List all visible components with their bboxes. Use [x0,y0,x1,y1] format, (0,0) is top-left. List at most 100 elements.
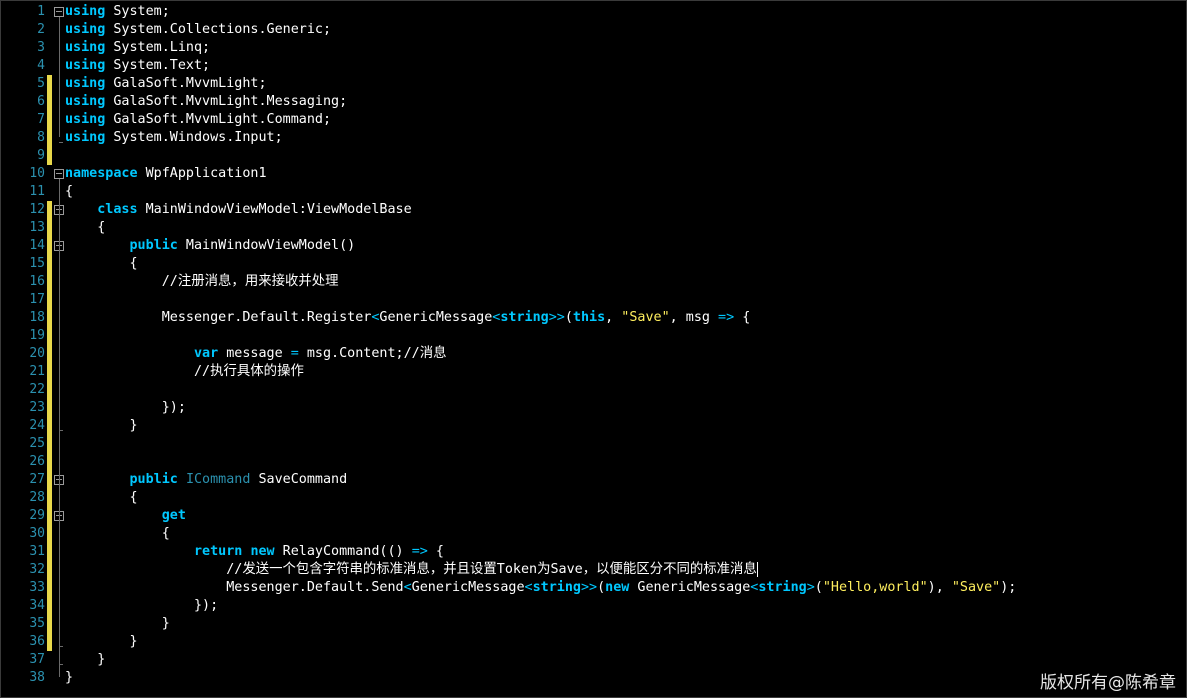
code-line[interactable]: class MainWindowViewModel:ViewModelBase [65,201,411,219]
code-line[interactable]: { [65,183,73,201]
code-line[interactable]: { [65,255,137,273]
code-line[interactable]: //发送一个包含字符串的标准消息，并且设置Token为Save，以便能区分不同的… [65,561,758,579]
code-line[interactable]: //注册消息，用来接收并处理 [65,273,339,291]
code-token: = [290,346,299,361]
keyword-token: new [605,580,630,595]
code-line[interactable]: } [65,651,105,669]
code-token: System; [105,4,170,19]
code-line[interactable]: return new RelayCommand(() => { [65,543,444,561]
line-number: 37 [29,652,45,667]
line-number: 5 [37,76,45,91]
code-token: }); [65,400,186,415]
code-line[interactable]: { [65,525,170,543]
code-line[interactable]: public ICommand SaveCommand [65,471,348,489]
code-line[interactable]: public MainWindowViewModel() [65,237,356,255]
change-marker [47,345,52,363]
change-marker [47,255,52,273]
code-line[interactable]: Messenger.Default.Register<GenericMessag… [65,309,751,327]
line-number: 19 [29,328,45,343]
keyword-token: string [532,580,581,595]
change-marker [47,561,52,579]
line-number: 30 [29,526,45,541]
watermark: 版权所有@陈希章 [1040,673,1176,693]
code-line[interactable]: } [65,615,170,633]
code-token: { [427,544,444,559]
code-token: System.Linq; [105,40,211,55]
change-marker [47,633,52,651]
code-token: < [403,580,412,595]
line-number: 9 [37,148,45,163]
code-line[interactable]: namespace WpfApplication1 [65,165,267,183]
code-token: msg.Content;//消息 [298,346,447,361]
keyword-token: using [65,4,106,19]
keyword-token: string [500,310,549,325]
code-line[interactable]: using System; [65,3,170,21]
code-line[interactable]: //执行具体的操作 [65,363,304,381]
code-token: { [734,310,751,325]
code-token: GenericMessage [379,310,493,325]
code-token: => [718,310,735,325]
code-editor-window[interactable]: 1 2 3 4 5 6 7 8 9 10 11 12 13 14 15 16 17 18 19 20 21 22 23 24 2… [0,0,1187,698]
change-marker [47,93,52,111]
change-marker [47,615,52,633]
code-token: > [806,580,815,595]
change-marker [47,327,52,345]
editor-gutter: 1 2 3 4 5 6 7 8 9 10 11 12 13 14 15 16 17 18 19 20 21 22 23 24 2… [1,1,64,697]
type-token: ICommand [185,472,251,487]
code-token: message [218,346,291,361]
code-line[interactable]: Messenger.Default.Send<GenericMessage<st… [65,579,1016,597]
code-line[interactable]: } [65,633,137,651]
code-line[interactable]: { [65,489,137,507]
code-line[interactable]: using System.Collections.Generic; [65,21,331,39]
code-token: System.Text; [105,58,211,73]
code-token: GalaSoft.MvvmLight.Command; [105,112,332,127]
code-line[interactable]: { [65,219,105,237]
keyword-token: var [194,346,219,361]
line-number: 17 [29,292,45,307]
code-token: Messenger.Default.Send [65,580,404,595]
change-marker [47,435,52,453]
string-token: "Hello,world" [822,580,928,595]
code-line[interactable]: using GalaSoft.MvvmLight.Command; [65,111,331,129]
keyword-token: using [65,112,106,127]
code-line[interactable]: var message = msg.Content;//消息 [65,345,447,363]
code-line[interactable]: using GalaSoft.MvvmLight.Messaging; [65,93,347,111]
code-area[interactable]: using System; using System.Collections.Ge… [65,1,1186,697]
keyword-token: using [65,130,106,145]
keyword-token: using [65,40,106,55]
change-marker [47,453,52,471]
code-token: WpfApplication1 [137,166,267,181]
line-number: 4 [37,58,45,73]
code-line[interactable]: using System.Text; [65,57,210,75]
code-token: } [65,652,106,667]
code-line[interactable]: } [65,417,137,435]
line-number: 36 [29,634,45,649]
code-line[interactable]: using System.Windows.Input; [65,129,283,147]
keyword-token: using [65,94,106,109]
outline-end-tick [59,430,63,431]
code-line[interactable]: }); [65,597,218,615]
keyword-token: get [161,508,186,523]
keyword-token: public [129,472,178,487]
code-line[interactable]: }); [65,399,186,417]
change-marker [47,237,52,255]
code-line[interactable]: } [65,669,73,687]
code-line[interactable]: using GalaSoft.MvvmLight; [65,75,267,93]
change-marker [47,489,52,507]
line-number: 15 [29,256,45,271]
code-token: ), [927,580,952,595]
code-line[interactable]: using System.Linq; [65,39,210,57]
code-token: { [65,220,106,235]
collapse-icon[interactable] [54,169,64,179]
change-marker [47,399,52,417]
code-line[interactable]: get [65,507,186,525]
collapse-icon[interactable] [54,7,64,17]
change-marker [47,471,52,489]
code-token: } [65,616,170,631]
comment-token: //发送一个包含字符串的标准消息，并且设置Token为Save，以便能区分不同的… [65,562,757,577]
